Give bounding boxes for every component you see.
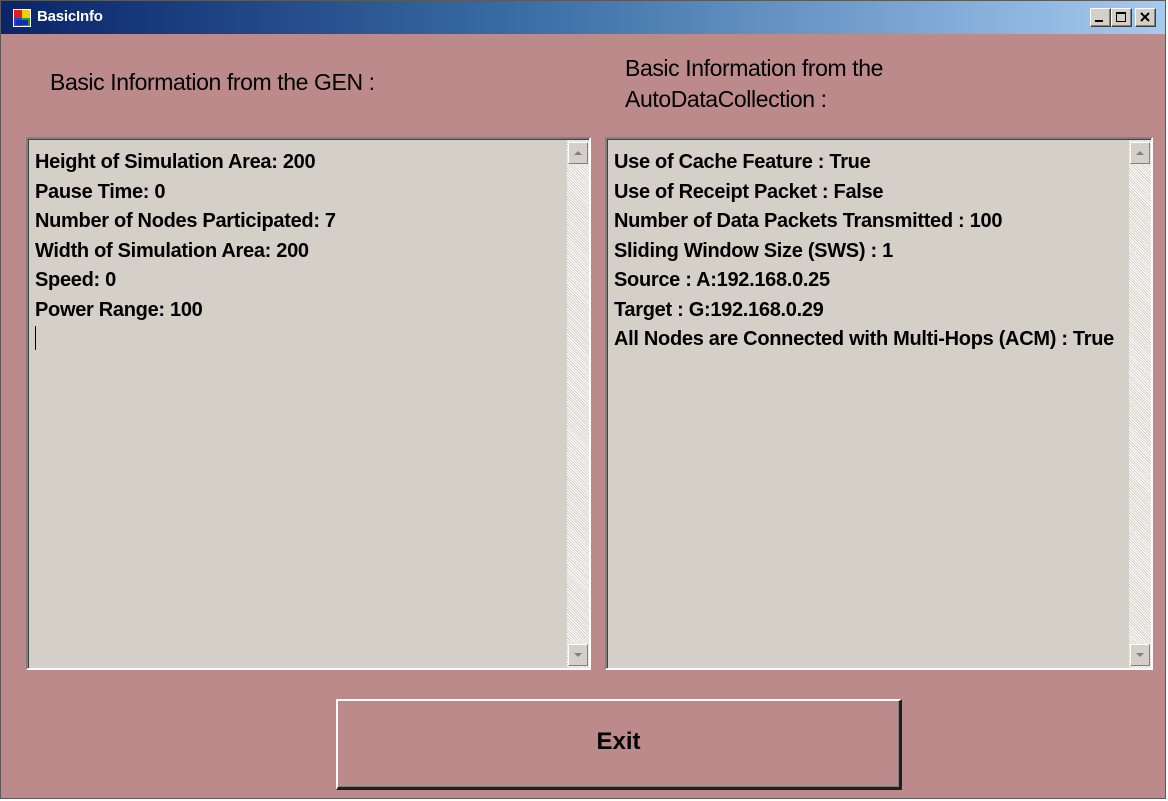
maximize-button[interactable] xyxy=(1111,8,1132,27)
autodata-info-line: Number of Data Packets Transmitted : 100 xyxy=(614,210,1003,232)
gen-info-header: Basic Information from the GEN : xyxy=(50,69,375,95)
title-bar[interactable]: BasicInfo xyxy=(1,1,1165,34)
exit-button-label: Exit xyxy=(596,728,641,755)
scroll-down-button[interactable] xyxy=(1130,644,1150,666)
scroll-up-button[interactable] xyxy=(1130,142,1150,164)
scroll-down-button[interactable] xyxy=(568,644,588,666)
autodata-info-scrollbar[interactable] xyxy=(1129,140,1151,668)
gen-info-scrollbar[interactable] xyxy=(567,140,589,668)
autodata-info-line: Use of Receipt Packet : False xyxy=(614,180,884,203)
close-icon xyxy=(1140,12,1150,22)
autodata-info-header-line1: Basic Information from the xyxy=(625,55,884,81)
scroll-up-arrow-icon xyxy=(574,151,582,155)
autodata-info-line: Target : G:192.168.0.29 xyxy=(614,298,824,321)
gen-info-line: Power Range: 100 xyxy=(35,298,203,321)
gen-info-line: Height of Simulation Area: 200 xyxy=(35,151,316,173)
scroll-up-arrow-icon xyxy=(1136,151,1144,155)
scroll-up-button[interactable] xyxy=(568,142,588,164)
window-title: BasicInfo xyxy=(37,8,103,25)
scroll-down-arrow-icon xyxy=(1136,653,1144,657)
autodata-info-line: Source : A:192.168.0.25 xyxy=(614,269,830,291)
autodata-info-header-line2: AutoDataCollection : xyxy=(625,86,827,112)
gen-info-line: Pause Time: 0 xyxy=(35,180,166,203)
gen-info-line: Speed: 0 xyxy=(35,269,116,291)
text-caret xyxy=(35,326,36,350)
autodata-info-line: All Nodes are Connected with Multi-Hops … xyxy=(614,328,1114,350)
scroll-down-arrow-icon xyxy=(574,653,582,657)
autodata-info-textbox[interactable]: Use of Cache Feature : True Use of Recei… xyxy=(605,137,1153,670)
autodata-info-line: Use of Cache Feature : True xyxy=(614,151,871,173)
minimize-button[interactable] xyxy=(1090,8,1111,27)
minimize-icon xyxy=(1095,20,1103,22)
gen-info-line: Width of Simulation Area: 200 xyxy=(35,239,309,262)
close-button[interactable] xyxy=(1135,8,1156,27)
gen-info-textbox[interactable]: Height of Simulation Area: 200 Pause Tim… xyxy=(26,137,591,670)
exit-button[interactable]: Exit xyxy=(336,699,902,790)
autodata-info-lines: Use of Cache Feature : True Use of Recei… xyxy=(614,148,1127,355)
gen-info-line: Number of Nodes Participated: 7 xyxy=(35,210,336,232)
maximize-icon xyxy=(1116,12,1126,22)
basicinfo-window: BasicInfo Basic Information from the GEN… xyxy=(0,0,1166,799)
gen-info-lines: Height of Simulation Area: 200 Pause Tim… xyxy=(35,148,336,325)
app-window-icon xyxy=(13,9,31,27)
autodata-info-line: Sliding Window Size (SWS) : 1 xyxy=(614,239,893,262)
